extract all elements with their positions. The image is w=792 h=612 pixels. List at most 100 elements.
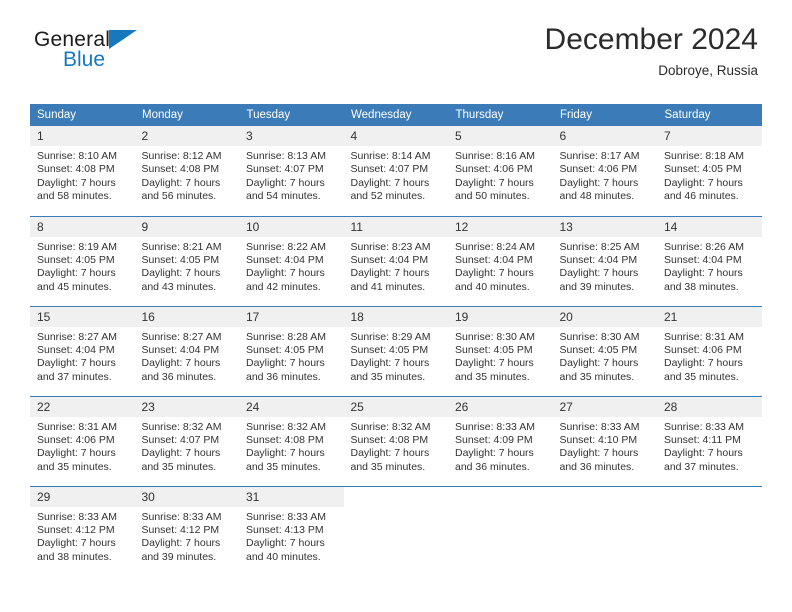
calendar-day-cell[interactable]: 4 Sunrise: 8:14 AM Sunset: 4:07 PM Dayli…: [343, 126, 448, 216]
daylight-text-line2: and 38 minutes.: [664, 280, 739, 293]
daylight-text-line2: and 56 minutes.: [141, 190, 217, 203]
daylight-text-line1: Daylight: 7 hours: [37, 267, 116, 280]
day-info: Sunrise: 8:32 AM Sunset: 4:07 PM Dayligh…: [135, 417, 240, 475]
calendar-day-cell[interactable]: 30 Sunrise: 8:33 AM Sunset: 4:12 PM Dayl…: [134, 485, 239, 576]
calendar-day-cell[interactable]: 2 Sunrise: 8:12 AM Sunset: 4:08 PM Dayli…: [134, 126, 239, 216]
calendar-day-cell[interactable]: 9 Sunrise: 8:21 AM Sunset: 4:05 PM Dayli…: [134, 215, 240, 306]
brand-logo[interactable]: General Blue: [34, 28, 234, 76]
day-info: Sunrise: 8:33 AM Sunset: 4:12 PM Dayligh…: [30, 507, 135, 565]
sunset-text: Sunset: 4:06 PM: [664, 343, 742, 356]
day-number: 31: [239, 486, 344, 507]
calendar-day-cell[interactable]: 19 Sunrise: 8:30 AM Sunset: 4:05 PM Dayl…: [448, 305, 553, 396]
sunset-text: Sunset: 4:10 PM: [559, 433, 638, 446]
calendar-day-cell[interactable]: 15 Sunrise: 8:27 AM Sunset: 4:04 PM Dayl…: [30, 305, 135, 396]
day-number: 6: [552, 126, 657, 146]
day-info: Sunrise: 8:33 AM Sunset: 4:13 PM Dayligh…: [239, 507, 344, 565]
calendar-table: Sunday Monday Tuesday Wednesday Thursday…: [30, 104, 762, 576]
daylight-text-line1: Daylight: 7 hours: [664, 357, 743, 370]
calendar-day-cell[interactable]: 10 Sunrise: 8:22 AM Sunset: 4:04 PM Dayl…: [239, 215, 344, 306]
day-info: Sunrise: 8:17 AM Sunset: 4:06 PM Dayligh…: [553, 146, 658, 204]
daylight-text-line1: Daylight: 7 hours: [350, 357, 430, 370]
day-number: 28: [657, 396, 762, 417]
day-number: 10: [239, 216, 344, 237]
day-info: Sunrise: 8:30 AM Sunset: 4:05 PM Dayligh…: [553, 327, 658, 385]
day-number: 3: [239, 126, 344, 146]
daylight-text-line1: Daylight: 7 hours: [37, 357, 116, 370]
daylight-text-line1: Daylight: 7 hours: [664, 267, 743, 280]
sunrise-text: Sunrise: 8:22 AM: [246, 240, 326, 253]
daylight-text-line1: Daylight: 7 hours: [246, 447, 325, 460]
sunset-text: Sunset: 4:04 PM: [455, 253, 533, 266]
daylight-text-line1: Daylight: 7 hours: [559, 357, 639, 370]
daylight-text-line2: and 36 minutes.: [559, 460, 635, 473]
sunrise-text: Sunrise: 8:28 AM: [246, 330, 326, 343]
day-info: Sunrise: 8:16 AM Sunset: 4:06 PM Dayligh…: [448, 146, 553, 204]
calendar-day-cell[interactable]: 1 Sunrise: 8:10 AM Sunset: 4:08 PM Dayli…: [30, 126, 135, 216]
daylight-text-line1: Daylight: 7 hours: [141, 357, 221, 370]
daylight-text-line1: Daylight: 7 hours: [37, 447, 116, 460]
sunset-text: Sunset: 4:07 PM: [350, 163, 429, 176]
calendar-day-cell[interactable]: 16 Sunrise: 8:27 AM Sunset: 4:04 PM Dayl…: [134, 305, 239, 396]
calendar-day-cell[interactable]: 25 Sunrise: 8:32 AM Sunset: 4:08 PM Dayl…: [343, 395, 449, 486]
day-number: 15: [30, 306, 135, 327]
day-number: 4: [343, 126, 448, 146]
calendar-day-cell[interactable]: 31 Sunrise: 8:33 AM Sunset: 4:13 PM Dayl…: [239, 485, 344, 576]
day-number: 30: [134, 486, 239, 507]
calendar-day-cell[interactable]: 8 Sunrise: 8:19 AM Sunset: 4:05 PM Dayli…: [30, 215, 135, 306]
daylight-text-line2: and 36 minutes.: [246, 370, 321, 383]
sunrise-text: Sunrise: 8:32 AM: [246, 420, 326, 433]
calendar-day-cell[interactable]: 3 Sunrise: 8:13 AM Sunset: 4:07 PM Dayli…: [239, 126, 344, 216]
sunrise-text: Sunrise: 8:21 AM: [141, 240, 222, 253]
calendar-day-cell[interactable]: 28 Sunrise: 8:33 AM Sunset: 4:11 PM Dayl…: [657, 395, 762, 486]
daylight-text-line2: and 35 minutes.: [246, 460, 321, 473]
weekday-header-friday: Friday: [552, 104, 658, 126]
calendar-day-cell[interactable]: 5 Sunrise: 8:16 AM Sunset: 4:06 PM Dayli…: [448, 126, 553, 216]
calendar-day-cell[interactable]: 6 Sunrise: 8:17 AM Sunset: 4:06 PM Dayli…: [552, 126, 658, 216]
calendar-day-cell[interactable]: 20 Sunrise: 8:30 AM Sunset: 4:05 PM Dayl…: [552, 305, 658, 396]
calendar-body: 1 Sunrise: 8:10 AM Sunset: 4:08 PM Dayli…: [30, 126, 762, 576]
sunrise-text: Sunrise: 8:12 AM: [141, 150, 222, 162]
page-header: General Blue December 2024 Dobroye, Russ…: [0, 0, 792, 78]
sunset-text: Sunset: 4:12 PM: [141, 523, 220, 536]
sunrise-text: Sunrise: 8:14 AM: [350, 150, 431, 162]
weekday-header-monday: Monday: [134, 104, 240, 126]
day-info: Sunrise: 8:24 AM Sunset: 4:04 PM Dayligh…: [448, 237, 553, 295]
sunrise-text: Sunrise: 8:32 AM: [141, 420, 222, 433]
calendar-day-cell[interactable]: 24 Sunrise: 8:32 AM Sunset: 4:08 PM Dayl…: [239, 395, 344, 486]
daylight-text-line2: and 37 minutes.: [37, 370, 112, 383]
calendar-day-cell[interactable]: 27 Sunrise: 8:33 AM Sunset: 4:10 PM Dayl…: [552, 395, 657, 486]
daylight-text-line1: Daylight: 7 hours: [350, 267, 430, 280]
daylight-text-line1: Daylight: 7 hours: [559, 447, 639, 460]
sunrise-text: Sunrise: 8:33 AM: [246, 510, 326, 523]
day-info: Sunrise: 8:21 AM Sunset: 4:05 PM Dayligh…: [135, 237, 240, 295]
calendar-day-cell[interactable]: 14 Sunrise: 8:26 AM Sunset: 4:04 PM Dayl…: [657, 215, 762, 306]
sunset-text: Sunset: 4:05 PM: [559, 343, 638, 356]
calendar-day-cell[interactable]: 21 Sunrise: 8:31 AM Sunset: 4:06 PM Dayl…: [657, 305, 762, 396]
sunset-text: Sunset: 4:05 PM: [37, 253, 115, 266]
calendar-day-cell[interactable]: 13 Sunrise: 8:25 AM Sunset: 4:04 PM Dayl…: [552, 215, 657, 306]
daylight-text-line1: Daylight: 7 hours: [559, 267, 639, 280]
day-info: Sunrise: 8:29 AM Sunset: 4:05 PM Dayligh…: [344, 327, 449, 385]
daylight-text-line1: Daylight: 7 hours: [455, 357, 534, 370]
sunrise-text: Sunrise: 8:30 AM: [559, 330, 640, 343]
calendar-day-cell[interactable]: 26 Sunrise: 8:33 AM Sunset: 4:09 PM Dayl…: [448, 395, 553, 486]
day-number: 14: [657, 216, 762, 237]
daylight-text-line1: Daylight: 7 hours: [559, 176, 639, 189]
day-info: Sunrise: 8:32 AM Sunset: 4:08 PM Dayligh…: [344, 417, 449, 475]
sunset-text: Sunset: 4:07 PM: [141, 433, 220, 446]
calendar-day-cell[interactable]: 18 Sunrise: 8:29 AM Sunset: 4:05 PM Dayl…: [343, 305, 449, 396]
weekday-header-saturday: Saturday: [657, 104, 762, 126]
calendar-day-cell[interactable]: 11 Sunrise: 8:23 AM Sunset: 4:04 PM Dayl…: [343, 215, 448, 306]
location-subtitle: Dobroye, Russia: [658, 63, 758, 78]
calendar-day-cell-empty: [657, 485, 762, 576]
calendar-week-row: 1 Sunrise: 8:10 AM Sunset: 4:08 PM Dayli…: [30, 126, 762, 216]
calendar-day-cell[interactable]: 17 Sunrise: 8:28 AM Sunset: 4:05 PM Dayl…: [239, 305, 344, 396]
daylight-text-line1: Daylight: 7 hours: [246, 176, 325, 189]
calendar-day-cell[interactable]: 7 Sunrise: 8:18 AM Sunset: 4:05 PM Dayli…: [657, 126, 762, 216]
calendar-day-cell[interactable]: 12 Sunrise: 8:24 AM Sunset: 4:04 PM Dayl…: [448, 215, 553, 306]
sunrise-text: Sunrise: 8:16 AM: [455, 150, 535, 162]
calendar-day-cell[interactable]: 29 Sunrise: 8:33 AM Sunset: 4:12 PM Dayl…: [30, 485, 135, 576]
daylight-text-line1: Daylight: 7 hours: [141, 267, 221, 280]
calendar-day-cell[interactable]: 23 Sunrise: 8:32 AM Sunset: 4:07 PM Dayl…: [134, 395, 240, 486]
calendar-day-cell[interactable]: 22 Sunrise: 8:31 AM Sunset: 4:06 PM Dayl…: [30, 395, 135, 486]
